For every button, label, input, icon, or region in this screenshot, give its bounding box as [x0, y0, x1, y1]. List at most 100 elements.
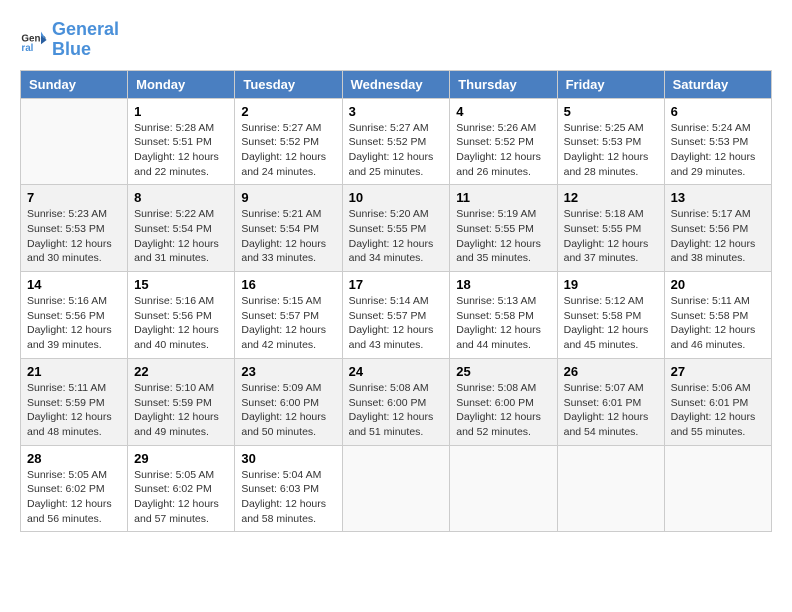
day-info: Sunrise: 5:26 AM Sunset: 5:52 PM Dayligh… — [456, 121, 550, 180]
day-info: Sunrise: 5:10 AM Sunset: 5:59 PM Dayligh… — [134, 381, 228, 440]
calendar-cell: 27 Sunrise: 5:06 AM Sunset: 6:01 PM Dayli… — [664, 358, 771, 445]
day-info: Sunrise: 5:12 AM Sunset: 5:58 PM Dayligh… — [564, 294, 658, 353]
day-number: 29 — [134, 451, 228, 466]
day-info: Sunrise: 5:21 AM Sunset: 5:54 PM Dayligh… — [241, 207, 335, 266]
calendar-cell: 19Sunrise: 5:12 AM Sunset: 5:58 PM Dayli… — [557, 272, 664, 359]
calendar-cell: 5 Sunrise: 5:25 AM Sunset: 5:53 PM Daylig… — [557, 98, 664, 185]
calendar-cell: 25Sunrise: 5:08 AM Sunset: 6:00 PM Dayli… — [450, 358, 557, 445]
svg-text:ral: ral — [21, 43, 33, 54]
calendar-week-1: 1Sunrise: 5:28 AM Sunset: 5:51 PM Daylig… — [21, 98, 772, 185]
day-info: Sunrise: 5:25 AM Sunset: 5:53 PM Dayligh… — [564, 121, 658, 180]
day-info: Sunrise: 5:11 AM Sunset: 5:59 PM Dayligh… — [27, 381, 121, 440]
day-info: Sunrise: 5:05 AM Sunset: 6:02 PM Dayligh… — [134, 468, 228, 527]
calendar-table: SundayMondayTuesdayWednesdayThursdayFrid… — [20, 70, 772, 533]
column-header-tuesday: Tuesday — [235, 70, 342, 98]
day-info: Sunrise: 5:27 AM Sunset: 5:52 PM Dayligh… — [241, 121, 335, 180]
column-header-saturday: Saturday — [664, 70, 771, 98]
day-info: Sunrise: 5:16 AM Sunset: 5:56 PM Dayligh… — [134, 294, 228, 353]
day-info: Sunrise: 5:19 AM Sunset: 5:55 PM Dayligh… — [456, 207, 550, 266]
calendar-cell: 29 Sunrise: 5:05 AM Sunset: 6:02 PM Dayli… — [128, 445, 235, 532]
calendar-cell — [450, 445, 557, 532]
calendar-cell: 10Sunrise: 5:20 AM Sunset: 5:55 PM Dayli… — [342, 185, 450, 272]
calendar-cell: 18 Sunrise: 5:13 AM Sunset: 5:58 PM Dayli… — [450, 272, 557, 359]
day-info: Sunrise: 5:15 AM Sunset: 5:57 PM Dayligh… — [241, 294, 335, 353]
day-number: 28 — [27, 451, 121, 466]
calendar-cell: 28 Sunrise: 5:05 AM Sunset: 6:02 PM Dayli… — [21, 445, 128, 532]
calendar-cell: 11 Sunrise: 5:19 AM Sunset: 5:55 PM Dayli… — [450, 185, 557, 272]
calendar-cell: 9 Sunrise: 5:21 AM Sunset: 5:54 PM Daylig… — [235, 185, 342, 272]
day-number: 22 — [134, 364, 228, 379]
day-number: 4 — [456, 104, 550, 119]
calendar-week-5: 28 Sunrise: 5:05 AM Sunset: 6:02 PM Dayli… — [21, 445, 772, 532]
day-info: Sunrise: 5:05 AM Sunset: 6:02 PM Dayligh… — [27, 468, 121, 527]
day-info: Sunrise: 5:13 AM Sunset: 5:58 PM Dayligh… — [456, 294, 550, 353]
calendar-cell: 6 Sunrise: 5:24 AM Sunset: 5:53 PM Daylig… — [664, 98, 771, 185]
calendar-cell: 12 Sunrise: 5:18 AM Sunset: 5:55 PM Dayli… — [557, 185, 664, 272]
logo: Gene ral GeneralBlue — [20, 20, 119, 60]
day-info: Sunrise: 5:08 AM Sunset: 6:00 PM Dayligh… — [349, 381, 444, 440]
day-number: 16 — [241, 277, 335, 292]
day-info: Sunrise: 5:18 AM Sunset: 5:55 PM Dayligh… — [564, 207, 658, 266]
day-info: Sunrise: 5:22 AM Sunset: 5:54 PM Dayligh… — [134, 207, 228, 266]
day-number: 12 — [564, 190, 658, 205]
calendar-cell: 20 Sunrise: 5:11 AM Sunset: 5:58 PM Dayli… — [664, 272, 771, 359]
day-info: Sunrise: 5:27 AM Sunset: 5:52 PM Dayligh… — [349, 121, 444, 180]
calendar-cell: 21 Sunrise: 5:11 AM Sunset: 5:59 PM Dayli… — [21, 358, 128, 445]
calendar-cell: 30 Sunrise: 5:04 AM Sunset: 6:03 PM Dayli… — [235, 445, 342, 532]
day-number: 20 — [671, 277, 765, 292]
calendar-cell: 7Sunrise: 5:23 AM Sunset: 5:53 PM Daylig… — [21, 185, 128, 272]
day-number: 11 — [456, 190, 550, 205]
calendar-cell: 4 Sunrise: 5:26 AM Sunset: 5:52 PM Daylig… — [450, 98, 557, 185]
calendar-cell: 16 Sunrise: 5:15 AM Sunset: 5:57 PM Dayli… — [235, 272, 342, 359]
page-header: Gene ral GeneralBlue — [20, 20, 772, 60]
calendar-cell: 14Sunrise: 5:16 AM Sunset: 5:56 PM Dayli… — [21, 272, 128, 359]
day-info: Sunrise: 5:04 AM Sunset: 6:03 PM Dayligh… — [241, 468, 335, 527]
calendar-cell: 24Sunrise: 5:08 AM Sunset: 6:00 PM Dayli… — [342, 358, 450, 445]
day-info: Sunrise: 5:08 AM Sunset: 6:00 PM Dayligh… — [456, 381, 550, 440]
column-header-friday: Friday — [557, 70, 664, 98]
day-number: 27 — [671, 364, 765, 379]
calendar-cell — [21, 98, 128, 185]
day-number: 1 — [134, 104, 228, 119]
day-info: Sunrise: 5:17 AM Sunset: 5:56 PM Dayligh… — [671, 207, 765, 266]
day-number: 17 — [349, 277, 444, 292]
logo-icon: Gene ral — [20, 26, 48, 54]
column-header-monday: Monday — [128, 70, 235, 98]
column-header-sunday: Sunday — [21, 70, 128, 98]
day-info: Sunrise: 5:24 AM Sunset: 5:53 PM Dayligh… — [671, 121, 765, 180]
day-number: 21 — [27, 364, 121, 379]
day-info: Sunrise: 5:11 AM Sunset: 5:58 PM Dayligh… — [671, 294, 765, 353]
day-number: 5 — [564, 104, 658, 119]
day-number: 9 — [241, 190, 335, 205]
day-number: 7 — [27, 190, 121, 205]
day-number: 23 — [241, 364, 335, 379]
day-info: Sunrise: 5:09 AM Sunset: 6:00 PM Dayligh… — [241, 381, 335, 440]
logo-text: GeneralBlue — [52, 20, 119, 60]
day-number: 15 — [134, 277, 228, 292]
calendar-cell: 2 Sunrise: 5:27 AM Sunset: 5:52 PM Daylig… — [235, 98, 342, 185]
calendar-cell — [664, 445, 771, 532]
day-info: Sunrise: 5:06 AM Sunset: 6:01 PM Dayligh… — [671, 381, 765, 440]
day-number: 13 — [671, 190, 765, 205]
day-number: 6 — [671, 104, 765, 119]
calendar-cell: 13 Sunrise: 5:17 AM Sunset: 5:56 PM Dayli… — [664, 185, 771, 272]
day-number: 30 — [241, 451, 335, 466]
day-number: 26 — [564, 364, 658, 379]
day-info: Sunrise: 5:20 AM Sunset: 5:55 PM Dayligh… — [349, 207, 444, 266]
day-info: Sunrise: 5:14 AM Sunset: 5:57 PM Dayligh… — [349, 294, 444, 353]
calendar-week-3: 14Sunrise: 5:16 AM Sunset: 5:56 PM Dayli… — [21, 272, 772, 359]
day-info: Sunrise: 5:16 AM Sunset: 5:56 PM Dayligh… — [27, 294, 121, 353]
calendar-cell: 3Sunrise: 5:27 AM Sunset: 5:52 PM Daylig… — [342, 98, 450, 185]
day-number: 18 — [456, 277, 550, 292]
calendar-cell: 17 Sunrise: 5:14 AM Sunset: 5:57 PM Dayli… — [342, 272, 450, 359]
calendar-week-2: 7Sunrise: 5:23 AM Sunset: 5:53 PM Daylig… — [21, 185, 772, 272]
calendar-cell: 15 Sunrise: 5:16 AM Sunset: 5:56 PM Dayli… — [128, 272, 235, 359]
day-number: 8 — [134, 190, 228, 205]
day-info: Sunrise: 5:07 AM Sunset: 6:01 PM Dayligh… — [564, 381, 658, 440]
column-header-thursday: Thursday — [450, 70, 557, 98]
calendar-cell — [557, 445, 664, 532]
calendar-week-4: 21 Sunrise: 5:11 AM Sunset: 5:59 PM Dayli… — [21, 358, 772, 445]
day-number: 2 — [241, 104, 335, 119]
column-header-wednesday: Wednesday — [342, 70, 450, 98]
calendar-cell: 26 Sunrise: 5:07 AM Sunset: 6:01 PM Dayli… — [557, 358, 664, 445]
